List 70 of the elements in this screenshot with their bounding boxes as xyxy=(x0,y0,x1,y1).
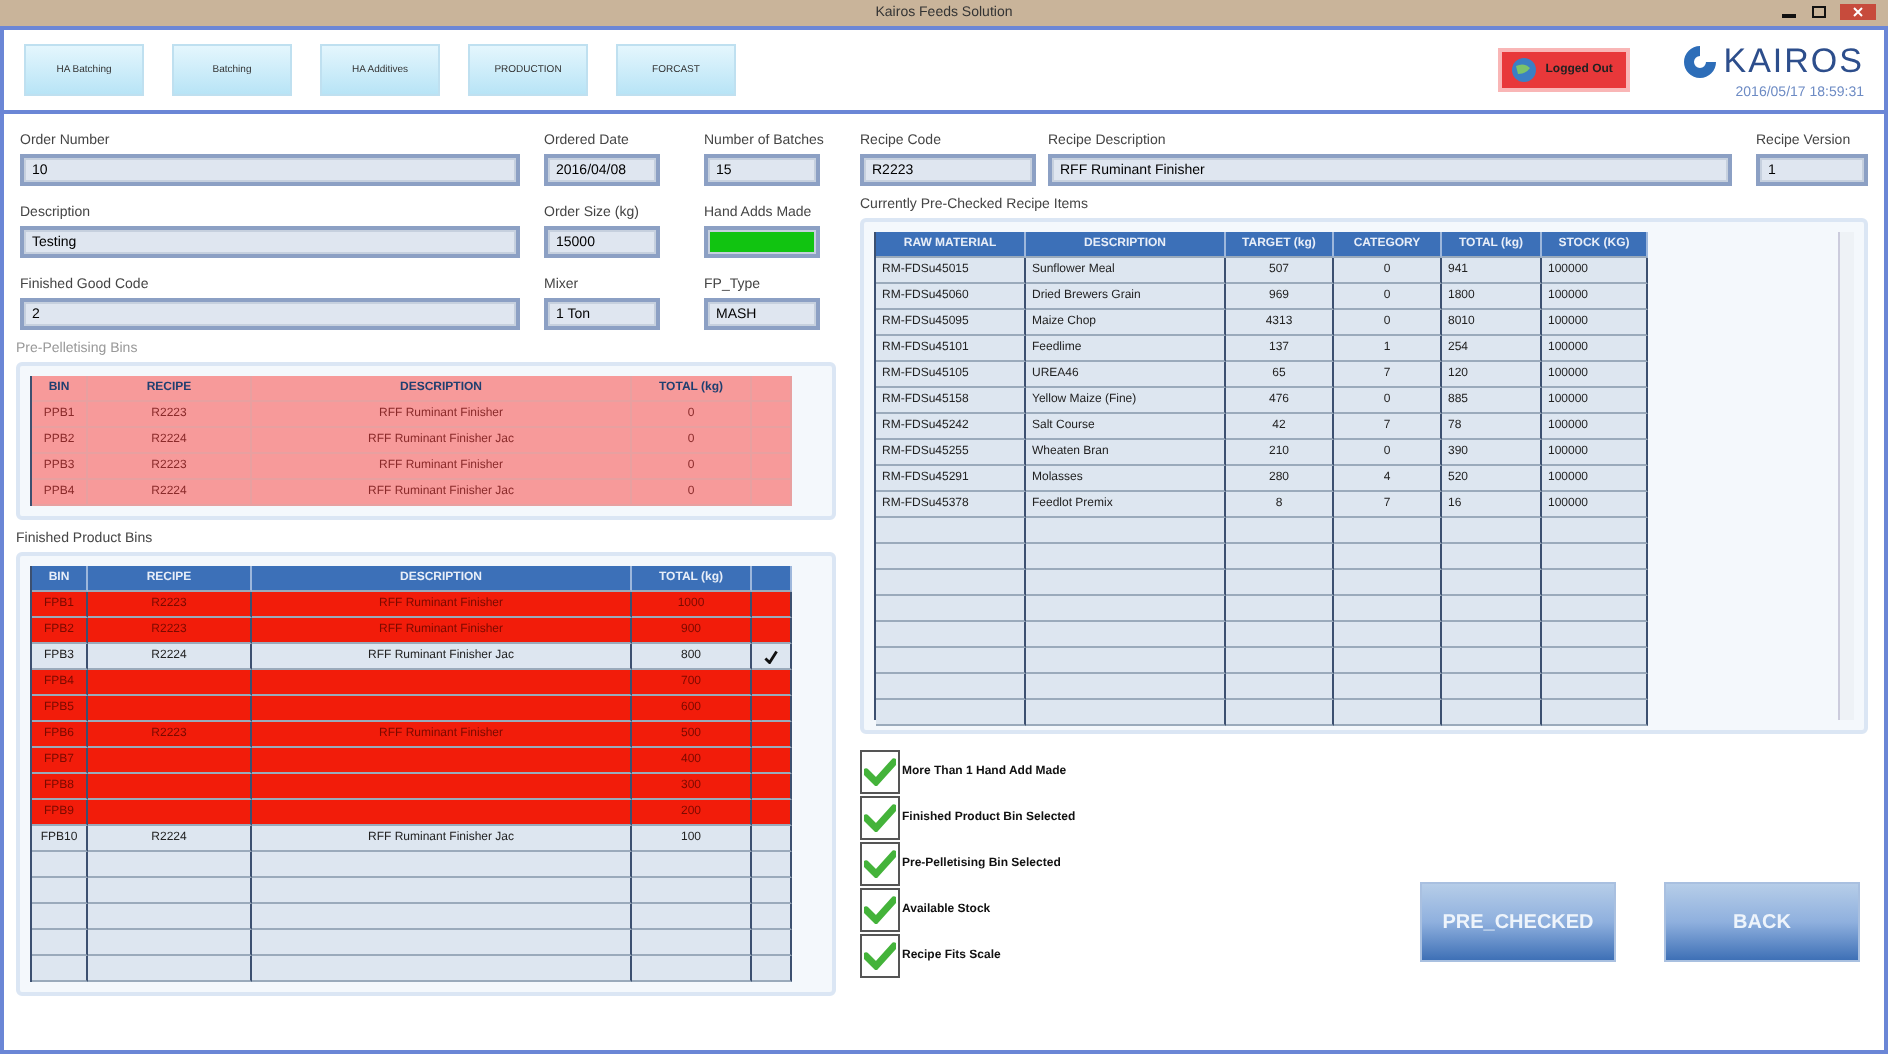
checkbox[interactable] xyxy=(860,934,900,978)
table-cell xyxy=(632,878,752,904)
table-cell xyxy=(1334,518,1442,544)
checkbox[interactable] xyxy=(860,750,900,794)
table-cell xyxy=(1226,596,1334,622)
table-cell[interactable] xyxy=(752,618,792,644)
logo-icon xyxy=(1681,43,1718,79)
table-cell xyxy=(1226,700,1334,726)
scrollbar[interactable] xyxy=(1838,232,1854,720)
table-cell[interactable] xyxy=(752,428,792,454)
table-cell xyxy=(1542,544,1648,570)
table-cell xyxy=(1442,648,1542,674)
table-cell xyxy=(1442,544,1542,570)
table-cell xyxy=(752,956,792,982)
column-header xyxy=(752,566,792,592)
table-cell xyxy=(1226,518,1334,544)
table-cell[interactable] xyxy=(752,592,792,618)
table-cell xyxy=(1442,518,1542,544)
table-cell[interactable] xyxy=(752,454,792,480)
globe-icon xyxy=(1509,56,1538,84)
table-cell xyxy=(752,852,792,878)
maximize-icon[interactable] xyxy=(1810,4,1828,20)
table-cell[interactable] xyxy=(752,826,792,852)
table-cell xyxy=(1542,570,1648,596)
check-icon xyxy=(764,649,778,663)
table-cell xyxy=(1542,596,1648,622)
table-cell xyxy=(1442,700,1542,726)
table-cell xyxy=(1442,596,1542,622)
table-cell xyxy=(1334,622,1442,648)
table-cell[interactable] xyxy=(752,722,792,748)
table-cell xyxy=(632,956,752,982)
table-cell xyxy=(1442,674,1542,700)
table-cell xyxy=(752,930,792,956)
column-header xyxy=(752,376,792,402)
checkbox[interactable] xyxy=(860,842,900,886)
table-cell xyxy=(1226,570,1334,596)
checkbox[interactable] xyxy=(860,796,900,840)
table-cell xyxy=(1334,596,1442,622)
table-cell xyxy=(1334,700,1442,726)
table-cell xyxy=(632,904,752,930)
table-cell[interactable] xyxy=(752,774,792,800)
table-cell xyxy=(1542,700,1648,726)
table-cell xyxy=(1542,518,1648,544)
table-cell[interactable] xyxy=(752,800,792,826)
table-cell xyxy=(632,930,752,956)
table-cell[interactable] xyxy=(752,644,792,670)
table-cell xyxy=(1334,544,1442,570)
table-cell[interactable] xyxy=(752,480,792,506)
table-cell xyxy=(1542,622,1648,648)
table-cell xyxy=(1334,648,1442,674)
table-cell xyxy=(752,904,792,930)
checkbox[interactable] xyxy=(860,888,900,932)
table-cell xyxy=(1334,674,1442,700)
table-cell xyxy=(1442,622,1542,648)
table-cell xyxy=(1226,674,1334,700)
table-cell xyxy=(632,852,752,878)
table-cell[interactable] xyxy=(752,670,792,696)
brand-logo: KAIROS xyxy=(1723,41,1864,81)
table-cell xyxy=(1226,648,1334,674)
table-cell xyxy=(1334,570,1442,596)
table-cell xyxy=(1226,544,1334,570)
table-cell[interactable] xyxy=(752,696,792,722)
table-cell xyxy=(1442,570,1542,596)
table-cell[interactable] xyxy=(752,402,792,428)
table-cell xyxy=(752,878,792,904)
close-icon[interactable] xyxy=(1840,4,1876,20)
table-cell xyxy=(1542,648,1648,674)
table-cell xyxy=(1226,622,1334,648)
table-cell[interactable] xyxy=(752,748,792,774)
table-cell xyxy=(1542,674,1648,700)
